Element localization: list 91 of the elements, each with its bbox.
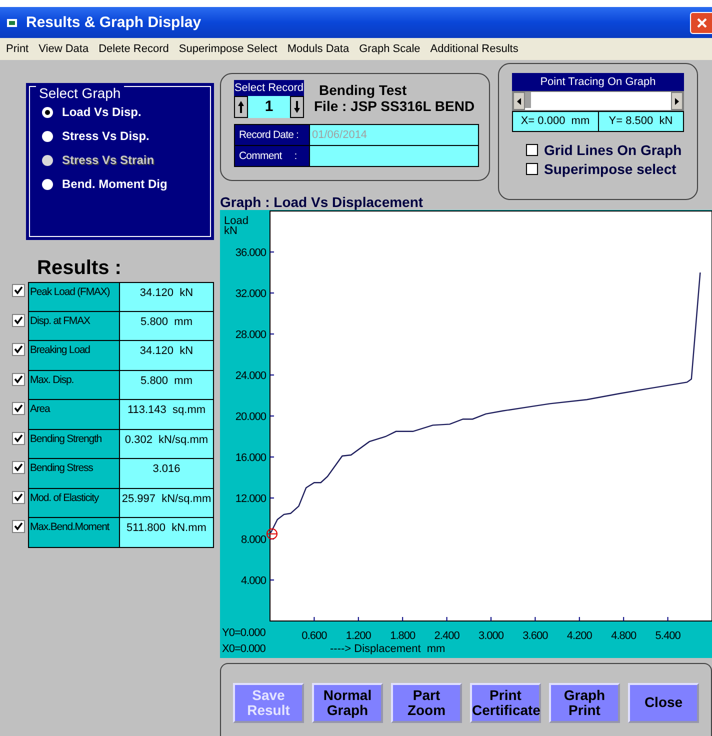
result-value: 5.800 mm [120, 370, 214, 400]
comment-field[interactable] [309, 146, 478, 166]
checkbox[interactable] [12, 314, 25, 326]
radio-button[interactable] [42, 178, 53, 190]
window-icon [6, 16, 18, 28]
x-tick-label: 4.200 [566, 630, 592, 642]
y-tick-label: 16.000 [235, 452, 266, 464]
window-title: Results & Graph Display [26, 14, 202, 31]
field-label: Comment : [235, 146, 309, 166]
x-axis-label: ----> Displacement mm [330, 643, 446, 655]
result-label: Mod. of Elasticity [28, 488, 120, 518]
result-label: Area [28, 400, 120, 430]
checkbox[interactable] [12, 520, 25, 533]
radio-button[interactable] [42, 106, 53, 118]
close-icon[interactable] [690, 12, 712, 34]
checkbox[interactable] [12, 284, 25, 297]
menu-item[interactable]: Delete Record [98, 43, 169, 55]
action-button[interactable]: Print Certificate [470, 683, 541, 723]
x-tick-label: 2.400 [434, 630, 460, 642]
result-label: Max. Disp. [28, 370, 120, 400]
result-value: 511.800 kN.mm [120, 518, 214, 548]
x-tick-label: 1.800 [390, 630, 416, 642]
menu-item[interactable]: View Data [38, 43, 89, 55]
checkbox[interactable] [12, 343, 25, 356]
checkbox[interactable] [12, 402, 25, 415]
menu-item[interactable]: Superimpose Select [178, 43, 278, 55]
y-axis-label: Load kN [224, 215, 248, 237]
result-value: 113.143 sq.mm [120, 400, 214, 430]
result-value: 0.302 kN/sq.mm [120, 430, 214, 459]
cursor-marker-icon [266, 528, 278, 540]
result-label: Breaking Load [28, 341, 120, 370]
y-tick-label: 24.000 [235, 370, 266, 382]
graph-title: Graph : Load Vs Displacement [220, 194, 424, 210]
x-tick-label: 3.000 [478, 630, 504, 642]
result-label: Disp. at FMAX [28, 312, 120, 341]
x-tick-label: 5.400 [655, 630, 680, 642]
radio-button[interactable] [42, 130, 53, 142]
menu-item[interactable]: Print [6, 43, 29, 55]
radio-label: Bend. Moment Dig [62, 177, 168, 191]
action-button[interactable]: Normal Graph [312, 683, 383, 723]
checkbox[interactable] [526, 163, 538, 175]
result-label: Max.Bend.Moment [28, 518, 120, 548]
panel-title: Point Tracing On Graph [512, 73, 684, 91]
results-heading: Results : [37, 257, 122, 280]
menu-item[interactable]: Moduls Data [287, 43, 350, 55]
checkbox-label: Grid Lines On Graph [544, 142, 682, 158]
y-tick-label: 20.000 [235, 411, 266, 423]
scroll-thumb-icon[interactable] [525, 92, 531, 108]
origin-y-label: Y0=0.000 [222, 627, 266, 639]
result-label: Bending Strength [28, 430, 120, 459]
radio-label: Load Vs Disp. [62, 105, 142, 119]
result-value: 5.800 mm [120, 312, 214, 341]
y-tick-label: 4.000 [240, 575, 266, 587]
y-tick-label: 28.000 [235, 329, 266, 341]
checkbox[interactable] [12, 432, 25, 444]
result-value: 34.120 kN [120, 341, 214, 370]
field-label: Record Date : [235, 125, 309, 145]
menu-item[interactable]: Additional Results [430, 43, 518, 55]
y-tick-label: 8.000 [240, 534, 266, 546]
select-record-label: Select Record [234, 81, 304, 96]
checkbox-label: Superimpose select [544, 161, 676, 177]
origin-x-label: X0=0.000 [222, 643, 266, 655]
action-button[interactable]: Close [628, 683, 699, 723]
y-tick-label: 36.000 [235, 247, 266, 259]
radio-label: Stress Vs Disp. [62, 129, 150, 143]
result-label: Peak Load (FMAX) [28, 282, 120, 312]
file-name: File : JSP SS316L BEND [314, 98, 475, 114]
x-readout: X= 0.000 mm [520, 114, 591, 129]
x-tick-label: 0.600 [302, 630, 327, 642]
action-button[interactable]: Graph Print [549, 683, 620, 723]
result-label: Bending Stress [28, 459, 120, 488]
checkbox[interactable] [12, 490, 25, 504]
panel-title: Select Graph [36, 85, 124, 101]
action-button[interactable]: Part Zoom [391, 683, 462, 723]
y-tick-label: 12.000 [235, 493, 266, 505]
result-value: 25.997 kN/sq.mm [120, 488, 214, 518]
checkbox[interactable] [526, 144, 538, 156]
checkbox[interactable] [12, 461, 25, 474]
test-name: Bending Test [318, 82, 408, 98]
y-readout: Y= 8.500 kN [598, 112, 683, 131]
radio-label: Stress Vs Strain [62, 153, 154, 167]
result-value: 34.120 kN [120, 282, 214, 312]
menu-item[interactable]: Graph Scale [359, 43, 420, 55]
checkbox[interactable] [12, 372, 25, 386]
scroll-bar[interactable] [512, 91, 684, 111]
result-value: 3.016 [120, 459, 214, 488]
record-number: 1 [248, 96, 290, 118]
x-tick-label: 1.200 [346, 630, 371, 642]
x-tick-label: 4.800 [611, 630, 636, 642]
y-tick-label: 32.000 [235, 288, 266, 300]
x-tick-label: 3.600 [522, 630, 548, 642]
